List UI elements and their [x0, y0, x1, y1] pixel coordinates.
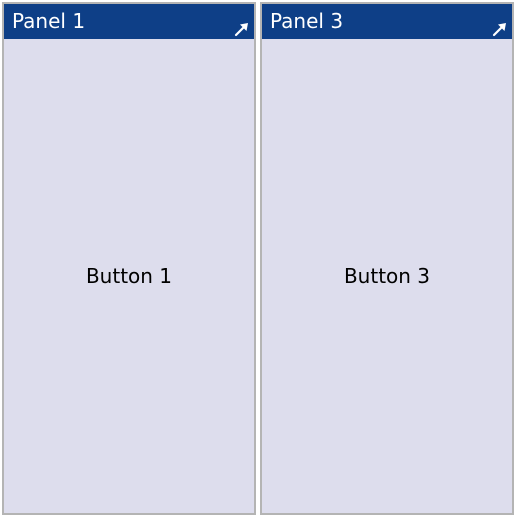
panel-1-content: Button 1	[4, 39, 254, 513]
panel-3: Panel 3 Button 3	[260, 2, 514, 515]
panel-1-titlebar[interactable]: Panel 1	[4, 4, 254, 39]
docking-workspace: Panel 1 Button 1 Panel 3 Button 3	[0, 0, 517, 517]
arrow-up-right-icon[interactable]	[492, 13, 508, 37]
panel-3-titlebar[interactable]: Panel 3	[262, 4, 512, 39]
panel-1: Panel 1 Button 1	[2, 2, 256, 515]
panel-1-title: Panel 1	[12, 9, 86, 33]
button-1[interactable]: Button 1	[86, 264, 172, 288]
arrow-up-right-icon[interactable]	[234, 13, 250, 37]
panel-3-title: Panel 3	[270, 9, 344, 33]
button-3[interactable]: Button 3	[344, 264, 430, 288]
panel-3-content: Button 3	[262, 39, 512, 513]
